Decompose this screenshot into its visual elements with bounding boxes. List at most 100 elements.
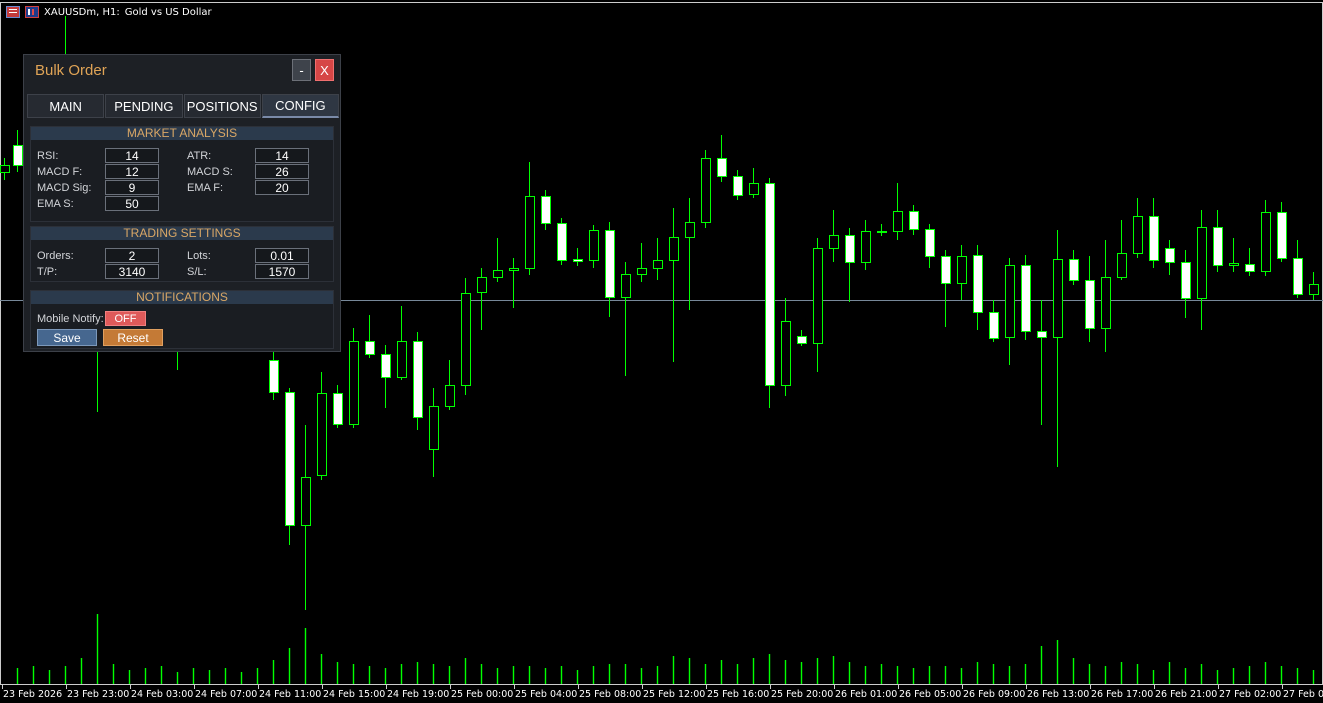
ema-fast-label: EMA F: (187, 182, 224, 194)
bullish-candle (813, 248, 823, 344)
symbol-timeframe: XAUUSDm, H1: (44, 6, 120, 18)
x-axis-tick-label: 26 Feb 05:00 (899, 689, 961, 700)
bullish-candle (1101, 277, 1111, 329)
bullish-candle (477, 277, 487, 293)
bearish-candle (925, 229, 935, 257)
macd-slow-field[interactable]: 26 (255, 164, 309, 179)
bearish-candle (845, 235, 855, 263)
notifications-header: NOTIFICATIONS (31, 291, 333, 304)
x-axis-tick-label: 25 Feb 04:00 (515, 689, 577, 700)
ema-slow-field[interactable]: 50 (105, 196, 159, 211)
lots-field[interactable]: 0.01 (255, 248, 309, 263)
x-axis-tick-label: 25 Feb 20:00 (771, 689, 833, 700)
bearish-candle (989, 312, 999, 339)
market-analysis-header: MARKET ANALYSIS (31, 127, 333, 140)
bearish-candle (13, 145, 23, 166)
stop-loss-field[interactable]: 1570 (255, 264, 309, 279)
bullish-candle (397, 341, 407, 378)
ema-fast-field[interactable]: 20 (255, 180, 309, 195)
tab-main[interactable]: MAIN (27, 94, 105, 118)
bullish-candle (589, 230, 599, 261)
macd-signal-field[interactable]: 9 (105, 180, 159, 195)
x-axis-tick-label: 25 Feb 00:00 (451, 689, 513, 700)
panel-tabs: MAIN PENDING POSITIONS CONFIG (27, 94, 339, 118)
bullish-candle (861, 231, 871, 263)
symbol-info-bar: XAUUSDm, H1: Gold vs US Dollar (6, 6, 212, 18)
bullish-candle (685, 222, 695, 238)
bullish-candle (1117, 253, 1127, 278)
ema-slow-label: EMA S: (37, 198, 74, 210)
x-axis-tick-label: 25 Feb 08:00 (579, 689, 641, 700)
x-axis-tick-label: 23 Feb 23:00 (67, 689, 129, 700)
trading-settings-header: TRADING SETTINGS (31, 227, 333, 240)
bullish-candle (1133, 216, 1143, 254)
bullish-candle (349, 341, 359, 425)
x-axis-tick-label: 24 Feb 03:00 (131, 689, 193, 700)
orders-field[interactable]: 2 (105, 248, 159, 263)
minimize-button[interactable]: - (292, 59, 311, 81)
save-button[interactable]: Save (37, 329, 97, 346)
macd-fast-field[interactable]: 12 (105, 164, 159, 179)
atr-field[interactable]: 14 (255, 148, 309, 163)
bullish-candle (525, 196, 535, 269)
symbol-description: Gold vs US Dollar (124, 6, 212, 18)
bearish-candle (1245, 264, 1255, 272)
bearish-candle (333, 393, 343, 425)
bullish-candle (957, 256, 967, 284)
x-axis-tick-label: 26 Feb 21:00 (1155, 689, 1217, 700)
bullish-candle (1261, 212, 1271, 272)
take-profit-field[interactable]: 3140 (105, 264, 159, 279)
mobile-notify-label: Mobile Notify: (37, 313, 104, 325)
bullish-candle (0, 165, 10, 173)
bearish-candle (541, 196, 551, 224)
lots-label: Lots: (187, 250, 211, 262)
bulk-order-panel: Bulk Order - X MAIN PENDING POSITIONS CO… (23, 54, 341, 352)
bearish-candle (733, 176, 743, 196)
x-axis-tick-label: 27 Feb 06:00 (1283, 689, 1323, 700)
x-axis-tick-label: 26 Feb 13:00 (1027, 689, 1089, 700)
take-profit-label: T/P: (37, 266, 58, 278)
x-axis-tick-label: 25 Feb 12:00 (643, 689, 705, 700)
trading-settings-section: TRADING SETTINGS Orders: 2 Lots: 0.01 T/… (30, 226, 334, 282)
tab-pending[interactable]: PENDING (105, 94, 183, 118)
panel-header[interactable]: Bulk Order - X (24, 55, 340, 89)
atr-label: ATR: (187, 150, 212, 162)
bullish-candle (493, 270, 503, 278)
bullish-candle (1309, 284, 1319, 295)
bearish-candle (1085, 280, 1095, 329)
orders-label: Orders: (37, 250, 74, 262)
bearish-candle (1069, 259, 1079, 281)
bearish-candle (573, 259, 583, 262)
tab-config[interactable]: CONFIG (261, 94, 339, 118)
rsi-label: RSI: (37, 150, 59, 162)
bearish-candle (269, 360, 279, 393)
bearish-candle (765, 183, 775, 386)
bearish-candle (1021, 265, 1031, 332)
bullish-candle (653, 260, 663, 269)
close-button[interactable]: X (315, 59, 334, 81)
bullish-candle (829, 235, 839, 249)
bearish-candle (381, 354, 391, 378)
tab-positions[interactable]: POSITIONS (183, 94, 261, 118)
x-axis-tick-label: 26 Feb 01:00 (835, 689, 897, 700)
x-axis-tick-label: 23 Feb 2026 (3, 689, 62, 700)
x-axis-tick-label: 27 Feb 02:00 (1219, 689, 1281, 700)
x-axis-tick-label: 24 Feb 15:00 (323, 689, 385, 700)
reset-button[interactable]: Reset (103, 329, 163, 346)
one-click-trading-icon[interactable] (25, 6, 39, 18)
bearish-candle (285, 392, 295, 526)
bullish-candle (621, 274, 631, 298)
bullish-candle (429, 406, 439, 450)
macd-fast-label: MACD F: (37, 166, 83, 178)
bearish-candle (1293, 258, 1303, 295)
bearish-candle (941, 256, 951, 284)
bullish-candle (1229, 263, 1239, 266)
bearish-candle (1165, 248, 1175, 263)
mobile-notify-toggle[interactable]: OFF (105, 311, 146, 326)
bearish-candle (973, 255, 983, 313)
bearish-candle (413, 341, 423, 418)
bullish-candle (461, 293, 471, 386)
bullish-candle (445, 385, 455, 407)
rsi-field[interactable]: 14 (105, 148, 159, 163)
chart-menu-icon[interactable] (6, 6, 20, 18)
